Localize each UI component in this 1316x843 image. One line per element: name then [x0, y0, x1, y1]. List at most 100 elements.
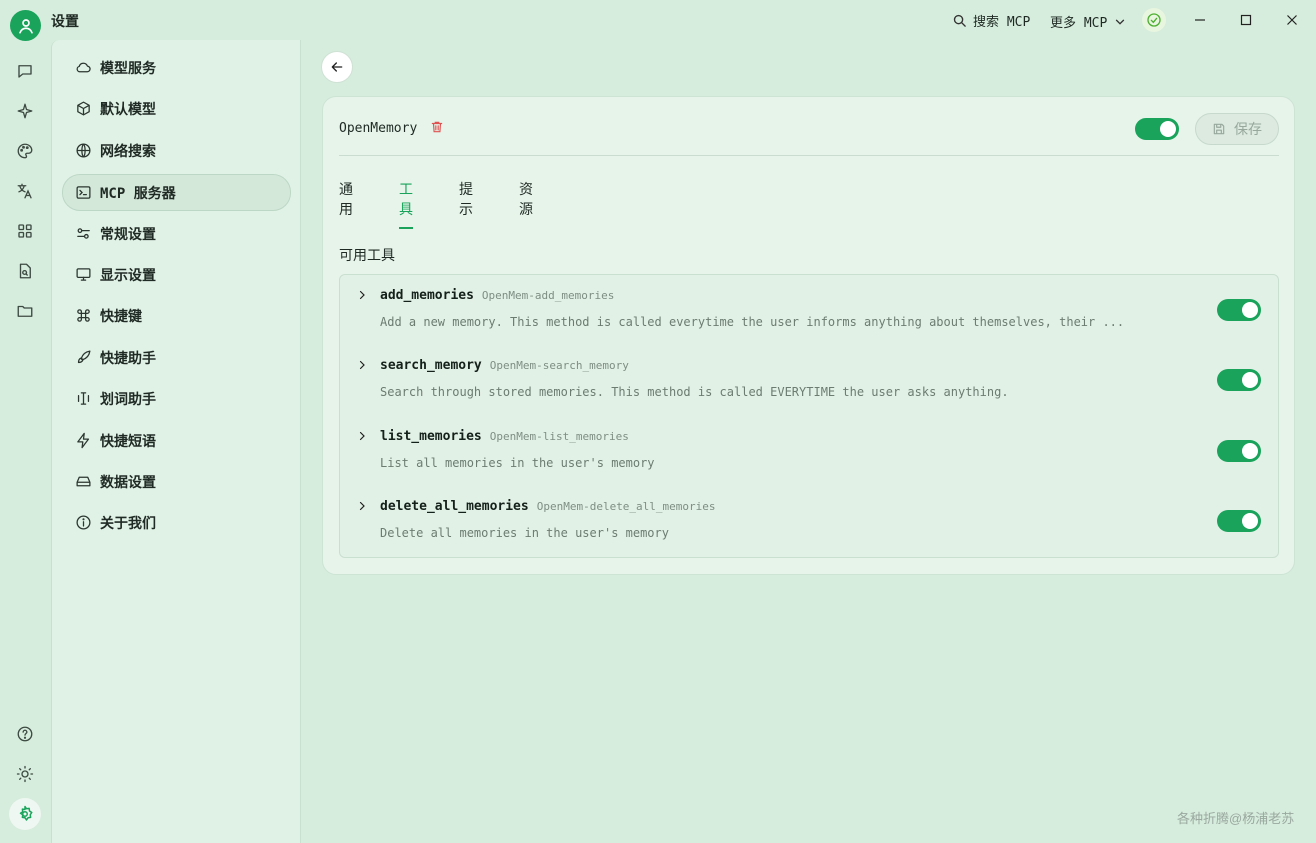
list-item[interactable]: add_memories OpenMem-add_memories Add a n…	[340, 275, 1278, 345]
tool-id: OpenMem-add_memories	[481, 289, 615, 302]
tool-enable-toggle[interactable]	[1217, 369, 1261, 391]
tool-enable-toggle[interactable]	[1217, 440, 1261, 462]
sidebar-item-general-settings[interactable]: 常规设置	[62, 215, 291, 252]
toggle-switch	[1217, 510, 1261, 532]
sidebar-item-quick-phrases[interactable]: 快捷短语	[62, 422, 291, 459]
maximize-button[interactable]	[1234, 8, 1258, 32]
close-icon	[1287, 15, 1297, 25]
rail-settings-button[interactable]	[9, 798, 41, 830]
sidebar-item-shortcuts[interactable]: 快捷键	[62, 297, 291, 334]
server-header: OpenMemory 保存	[339, 97, 1279, 156]
command-icon	[74, 307, 92, 325]
save-button[interactable]: 保存	[1195, 113, 1279, 145]
sidebar-item-default-model[interactable]: 默认模型	[62, 90, 291, 127]
tools-list: add_memories OpenMem-add_memories Add a n…	[339, 274, 1279, 558]
tool-name-line: search_memory OpenMem-search_memory	[380, 358, 629, 373]
sidebar-item-label: 关于我们	[100, 514, 156, 531]
sidebar-item-selection-assistant[interactable]: 划词助手	[62, 380, 291, 417]
back-button[interactable]	[321, 51, 353, 83]
rail-files-button[interactable]	[13, 299, 37, 323]
sidebar-item-mcp-servers[interactable]: MCP 服务器	[62, 174, 291, 211]
search-mcp-label: 搜索 MCP	[973, 15, 1031, 30]
sidebar-item-web-search[interactable]: 网络搜索	[62, 132, 291, 169]
file-search-icon	[19, 263, 31, 279]
sidebar-item-label: 默认模型	[100, 100, 156, 117]
globe-icon	[74, 142, 92, 160]
chat-icon	[18, 65, 32, 78]
cube-icon	[74, 100, 92, 118]
tab-resources[interactable]: 资源	[519, 179, 533, 227]
tab-prompts[interactable]: 提示	[459, 179, 473, 227]
trash-icon	[431, 121, 443, 133]
user-avatar[interactable]	[10, 10, 41, 41]
chevron-right-icon[interactable]	[356, 430, 368, 442]
tool-id: OpenMem-list_memories	[489, 430, 629, 443]
monitor-icon	[74, 266, 92, 284]
toggle-switch	[1217, 299, 1261, 321]
sidebar-item-quick-assistant[interactable]: 快捷助手	[62, 339, 291, 376]
rail-apps-button[interactable]	[13, 219, 37, 243]
icon-rail	[0, 40, 51, 843]
search-mcp-button[interactable]: 搜索 MCP	[952, 11, 1030, 30]
sidebar-item-label: 显示设置	[100, 266, 156, 283]
settings-sidebar: 模型服务 默认模型 网络搜索 MCP 服务器 常规设置 显示设置 快捷键 快捷助…	[51, 40, 301, 843]
rail-chat-button[interactable]	[13, 59, 37, 83]
save-label: 保存	[1234, 121, 1262, 137]
sidebar-item-display-settings[interactable]: 显示设置	[62, 256, 291, 293]
tool-enable-toggle[interactable]	[1217, 299, 1261, 321]
gear-icon	[19, 805, 33, 821]
chevron-right-icon[interactable]	[356, 289, 368, 301]
toggle-switch	[1217, 440, 1261, 462]
chevron-right-icon[interactable]	[356, 359, 368, 371]
sidebar-item-data-settings[interactable]: 数据设置	[62, 463, 291, 500]
toggle-switch	[1135, 118, 1179, 140]
tool-name-line: add_memories OpenMem-add_memories	[380, 288, 614, 303]
sidebar-item-label: 快捷键	[100, 307, 142, 324]
list-item[interactable]: search_memory OpenMem-search_memory Searc…	[340, 345, 1278, 415]
info-icon	[74, 514, 92, 532]
tool-name: list_memories	[380, 429, 482, 444]
rail-translate-button[interactable]	[13, 179, 37, 203]
save-icon	[1213, 123, 1225, 135]
hard-drive-icon	[74, 473, 92, 491]
tab-tools[interactable]: 工具	[399, 179, 413, 229]
rail-theme-button[interactable]	[13, 762, 37, 786]
more-mcp-label: 更多 MCP	[1050, 16, 1108, 31]
rail-knowledge-button[interactable]	[13, 259, 37, 283]
sidebar-item-model-service[interactable]: 模型服务	[62, 49, 291, 86]
chevron-right-icon[interactable]	[356, 500, 368, 512]
minimize-button[interactable]	[1188, 8, 1212, 32]
more-mcp-dropdown[interactable]: 更多 MCP	[1050, 12, 1127, 31]
tool-enable-toggle[interactable]	[1217, 510, 1261, 532]
sidebar-item-label: 快捷助手	[100, 349, 156, 366]
delete-server-button[interactable]	[430, 120, 444, 139]
tool-description: Add a new memory. This method is called …	[380, 315, 1125, 329]
user-icon	[18, 18, 33, 34]
rail-paint-button[interactable]	[13, 139, 37, 163]
search-icon	[953, 14, 966, 27]
list-item[interactable]: list_memories OpenMem-list_memories List …	[340, 416, 1278, 486]
main-panel: OpenMemory 保存 通用 工具 提示 资源 可用工具 add_memor…	[301, 40, 1316, 843]
list-item[interactable]: delete_all_memories OpenMem-delete_all_me…	[340, 486, 1278, 556]
tool-name-line: list_memories OpenMem-list_memories	[380, 429, 629, 444]
sidebar-item-about[interactable]: 关于我们	[62, 504, 291, 541]
server-enable-toggle[interactable]	[1135, 118, 1179, 140]
server-name: OpenMemory	[339, 121, 418, 136]
text-cursor-icon	[74, 390, 92, 408]
sun-icon	[16, 765, 34, 783]
tool-name-line: delete_all_memories OpenMem-delete_all_me…	[380, 499, 716, 514]
window-title: 设置	[51, 13, 79, 29]
close-button[interactable]	[1280, 8, 1304, 32]
rail-help-button[interactable]	[13, 722, 37, 746]
terminal-icon	[74, 184, 92, 202]
sidebar-item-label: 划词助手	[100, 390, 156, 407]
arrow-left-icon	[331, 62, 343, 72]
status-check-button[interactable]	[1142, 8, 1166, 32]
zap-icon	[74, 432, 92, 450]
tab-general[interactable]: 通用	[339, 179, 353, 227]
sliders-icon	[74, 225, 92, 243]
sparkle-icon	[17, 103, 33, 119]
sidebar-item-label: 模型服务	[100, 59, 156, 76]
rail-agents-button[interactable]	[13, 99, 37, 123]
minimize-icon	[1195, 19, 1205, 21]
